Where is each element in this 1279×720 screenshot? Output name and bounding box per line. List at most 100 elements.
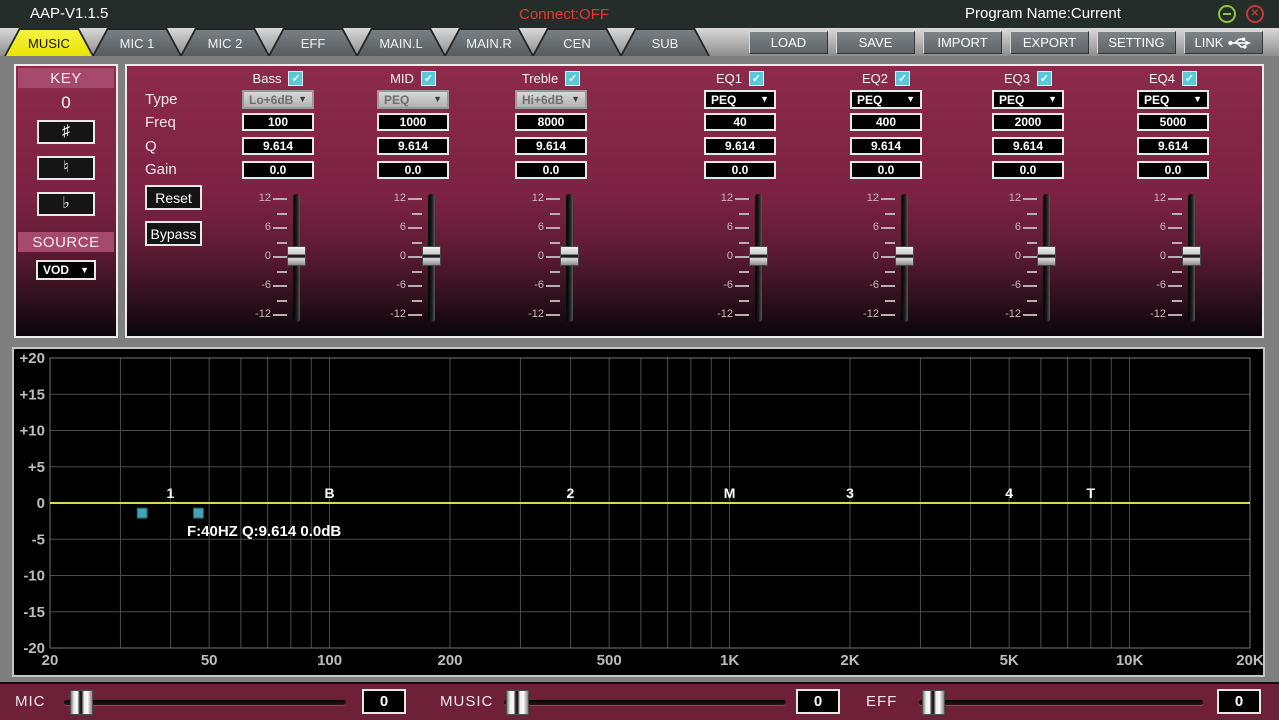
treble-q-input[interactable]: 9.614 [515,137,587,155]
bass-enable-checkbox[interactable]: ✓ [288,71,303,86]
fader-tick [885,242,895,244]
eff-volume-slider[interactable] [919,700,1203,705]
eq2-gain-input[interactable]: 0.0 [850,161,922,179]
key-natural-button[interactable]: ♮ [37,156,95,180]
load-button[interactable]: LOAD [749,31,828,54]
fader-tick [885,213,895,215]
eq4-fader-handle[interactable] [1182,246,1201,266]
setting-button[interactable]: SETTING [1097,31,1176,54]
link-button[interactable]: LINK [1184,31,1263,54]
channel-bass: Bass✓Lo+6dB▼1009.6140.01260-6-12 [213,66,343,336]
eq1-freq-input[interactable]: 40 [704,113,776,131]
eq1-gain-input[interactable]: 0.0 [704,161,776,179]
tab-face: EFF [270,30,356,56]
mid-freq-input[interactable]: 1000 [377,113,449,131]
fader-tick-label: -6 [520,279,544,291]
fader-tick [550,213,560,215]
tab-music[interactable]: MUSIC [4,28,94,56]
eq4-type-select[interactable]: PEQ▼ [1137,90,1209,109]
eq3-gain-fader[interactable]: 1260-6-12 [997,192,1063,326]
eq3-fader-handle[interactable] [1037,246,1056,266]
eq1-type-select[interactable]: PEQ▼ [704,90,776,109]
key-sharp-button[interactable]: ♯ [37,120,95,144]
eq2-q-input[interactable]: 9.614 [850,137,922,155]
eq1-fader-handle[interactable] [749,246,768,266]
eff-volume-value[interactable]: 0 [1217,689,1261,714]
eq-band-handle[interactable] [137,508,147,518]
eq4-freq-input[interactable]: 5000 [1137,113,1209,131]
bass-gain-fader[interactable]: 1260-6-12 [247,192,313,326]
tab-main-l[interactable]: MAIN.L [356,28,446,56]
bass-q-input[interactable]: 9.614 [242,137,314,155]
eq4-gain-fader[interactable]: 1260-6-12 [1142,192,1208,326]
mic-volume-slider[interactable] [64,700,346,705]
band-marker-t[interactable]: T [1087,485,1096,501]
bypass-button[interactable]: Bypass [145,221,202,246]
import-button[interactable]: IMPORT [923,31,1002,54]
treble-gain-input[interactable]: 0.0 [515,161,587,179]
bass-fader-handle[interactable] [287,246,306,266]
band-marker-1[interactable]: 1 [167,485,175,501]
eq2-enable-checkbox[interactable]: ✓ [895,71,910,86]
check-icon: ✓ [424,72,433,85]
eq2-freq-input[interactable]: 400 [850,113,922,131]
tab-cen[interactable]: CEN [532,28,622,56]
mid-q-input[interactable]: 9.614 [377,137,449,155]
eq3-enable-checkbox[interactable]: ✓ [1037,71,1052,86]
mid-enable-checkbox[interactable]: ✓ [421,71,436,86]
eq3-type-select[interactable]: PEQ▼ [992,90,1064,109]
x-axis-tick-label: 100 [317,652,342,669]
eq1-q-input[interactable]: 9.614 [704,137,776,155]
band-marker-m[interactable]: M [724,485,736,501]
eq4-q-input[interactable]: 9.614 [1137,137,1209,155]
band-tooltip: F:40HZ Q:9.614 0.0dB [187,523,341,540]
eq2-gain-fader[interactable]: 1260-6-12 [855,192,921,326]
fader-tick [273,227,287,229]
check-icon: ✓ [1040,72,1049,85]
bass-gain-input[interactable]: 0.0 [242,161,314,179]
eq2-type-select[interactable]: PEQ▼ [850,90,922,109]
band-marker-4[interactable]: 4 [1005,485,1013,501]
eq1-enable-checkbox[interactable]: ✓ [749,71,764,86]
eq3-freq-input[interactable]: 2000 [992,113,1064,131]
tab-sub[interactable]: SUB [620,28,710,56]
export-button[interactable]: EXPORT [1010,31,1089,54]
music-volume-slider[interactable] [504,700,786,705]
band-marker-3[interactable]: 3 [846,485,854,501]
close-button[interactable]: ✕ [1246,5,1264,23]
tab-mic-1[interactable]: MIC 1 [92,28,182,56]
source-select[interactable]: VOD ▼ [36,260,96,280]
music-volume-value[interactable]: 0 [796,689,840,714]
tab-main-r[interactable]: MAIN.R [444,28,534,56]
treble-gain-fader[interactable]: 1260-6-12 [520,192,586,326]
eq1-gain-fader[interactable]: 1260-6-12 [709,192,775,326]
minimize-button[interactable] [1218,5,1236,23]
reset-button[interactable]: Reset [145,185,202,210]
eq2-fader-handle[interactable] [895,246,914,266]
key-flat-button[interactable]: ♭ [37,192,95,216]
freq-label: Freq [145,114,176,131]
band-marker-2[interactable]: 2 [567,485,575,501]
tab-mic-2[interactable]: MIC 2 [180,28,270,56]
treble-fader-handle[interactable] [560,246,579,266]
save-button[interactable]: SAVE [836,31,915,54]
eq-band-handle[interactable] [193,508,203,518]
mic-volume-value[interactable]: 0 [362,689,406,714]
eq-response-graph[interactable]: +20+15+10+50-5-10-15-2020501002005001K2K… [12,347,1265,677]
mid-fader-handle[interactable] [422,246,441,266]
eff-volume-handle[interactable] [922,690,945,715]
type-label: Type [145,91,178,108]
tab-eff[interactable]: EFF [268,28,358,56]
music-volume-handle[interactable] [506,690,529,715]
bass-freq-input[interactable]: 100 [242,113,314,131]
eq3-q-input[interactable]: 9.614 [992,137,1064,155]
mid-gain-fader[interactable]: 1260-6-12 [382,192,448,326]
band-marker-b[interactable]: B [325,485,335,501]
eq4-enable-checkbox[interactable]: ✓ [1182,71,1197,86]
treble-freq-input[interactable]: 8000 [515,113,587,131]
mic-volume-handle[interactable] [70,690,93,715]
treble-enable-checkbox[interactable]: ✓ [565,71,580,86]
mid-gain-input[interactable]: 0.0 [377,161,449,179]
eq3-gain-input[interactable]: 0.0 [992,161,1064,179]
eq4-gain-input[interactable]: 0.0 [1137,161,1209,179]
